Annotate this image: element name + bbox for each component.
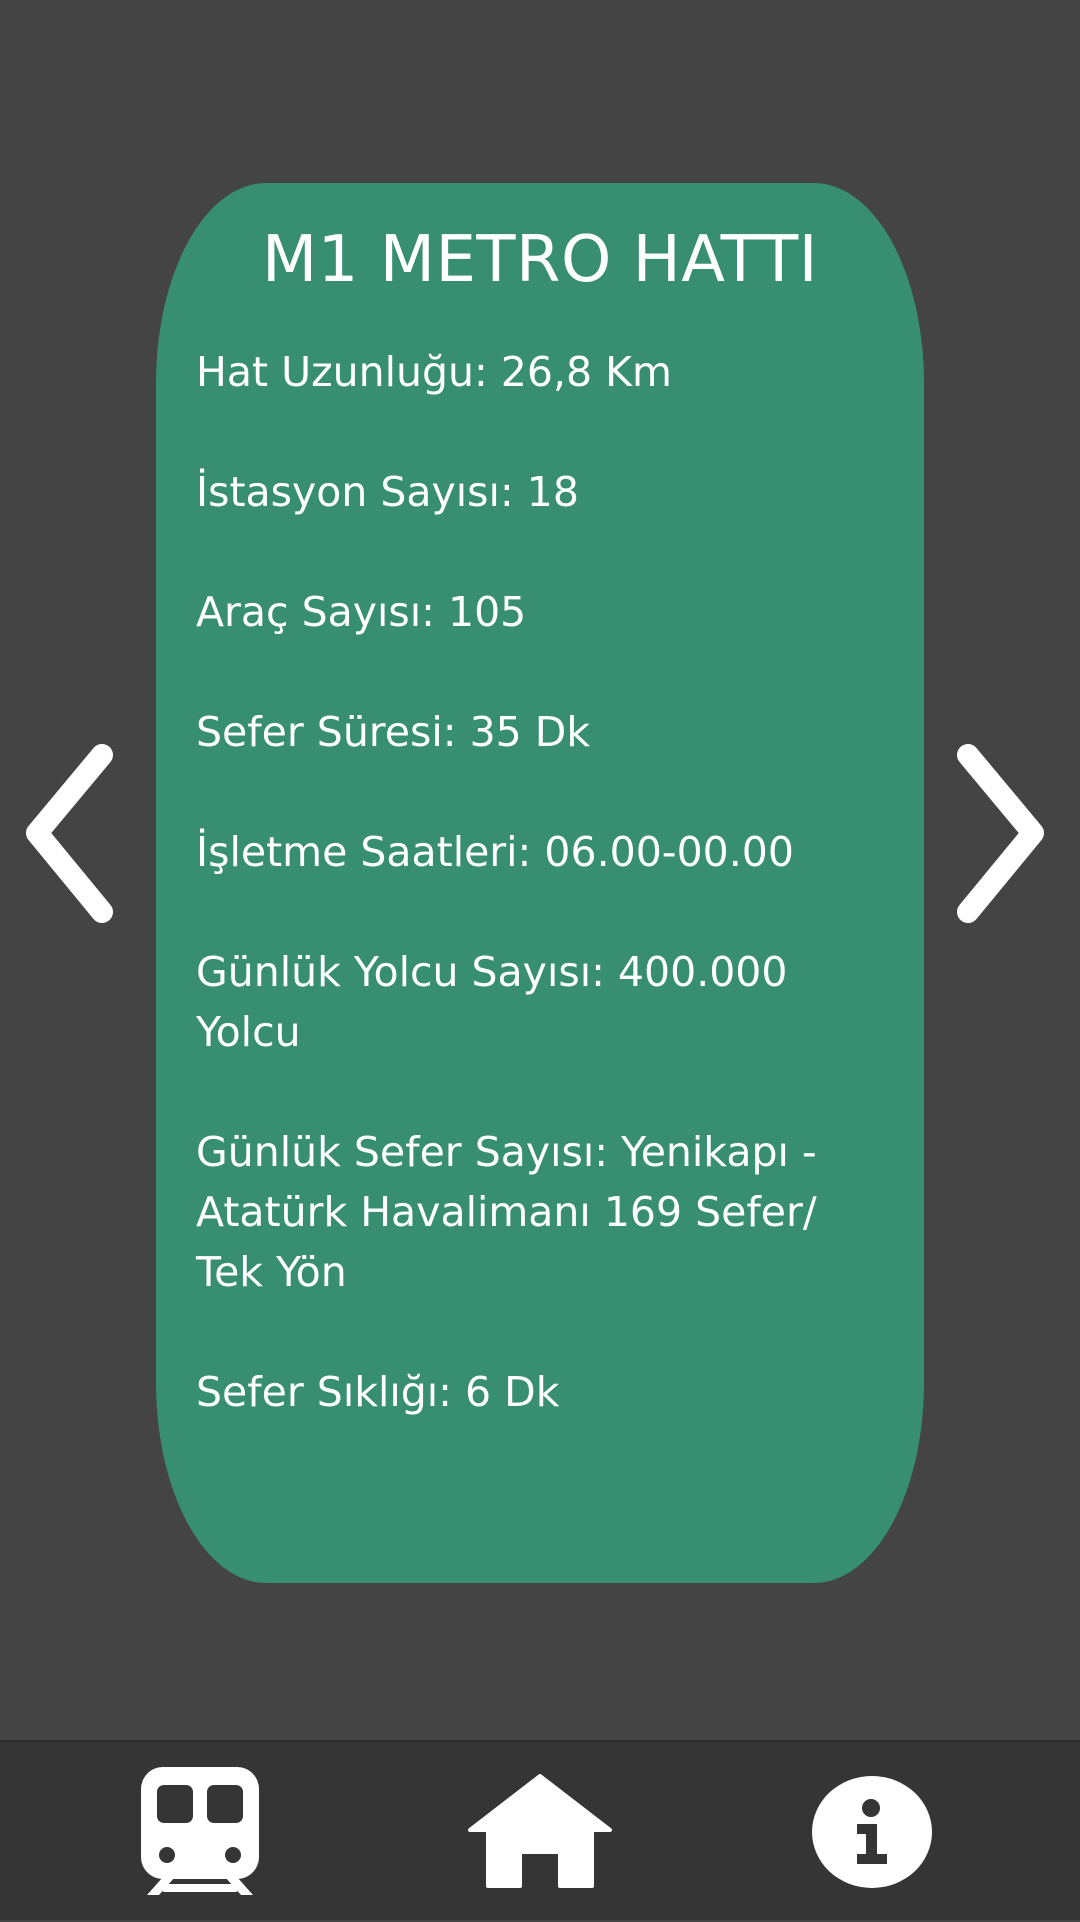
info-trip-duration: Sefer Süresi: 35 Dk	[196, 708, 591, 756]
info-vehicle-count: Araç Sayısı: 105	[196, 588, 527, 636]
info-daily-trips: Günlük Sefer Sayısı: Yenikapı - Atatürk …	[196, 1128, 817, 1296]
info-icon	[812, 1776, 932, 1888]
chevron-right-icon	[957, 744, 1044, 923]
info-line-length: Hat Uzunluğu: 26,8 Km	[196, 348, 672, 396]
info-tab-button[interactable]	[782, 1742, 962, 1922]
info-operating-hours: İşletme Saatleri: 06.00-00.00	[196, 828, 794, 876]
info-trip-frequency: Sefer Sıklığı: 6 Dk	[196, 1368, 560, 1416]
card-title: M1 METRO HATTI	[261, 223, 819, 297]
info-station-count: İstasyon Sayısı: 18	[196, 468, 579, 516]
chevron-left-icon	[26, 744, 113, 923]
info-list: Hat Uzunluğu: 26,8 Km İstasyon Sayısı: 1…	[196, 342, 884, 1422]
info-daily-passengers: Günlük Yolcu Sayısı: 400.000 Yolcu	[196, 948, 788, 1056]
home-icon	[468, 1774, 612, 1888]
bottom-navigation-bar	[0, 1740, 1080, 1920]
next-line-button[interactable]	[950, 740, 1050, 930]
previous-line-button[interactable]	[20, 740, 120, 930]
home-tab-button[interactable]	[450, 1742, 630, 1922]
line-info-card: M1 METRO HATTI Hat Uzunluğu: 26,8 Km İst…	[156, 183, 924, 1583]
lines-tab-button[interactable]	[110, 1742, 290, 1922]
train-icon	[141, 1767, 259, 1895]
